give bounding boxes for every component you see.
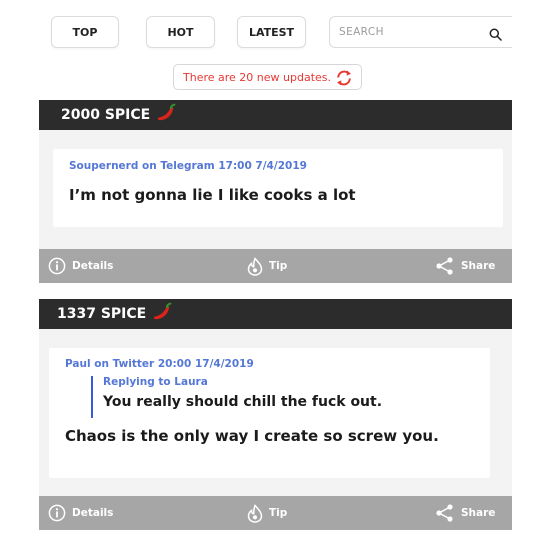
share-icon [436,504,453,522]
post-1-body: Soupernerd on Telegram 17:00 7/4/2019 I’… [39,130,512,249]
refresh-icon[interactable] [335,69,353,90]
details-button[interactable]: Details [48,496,113,530]
flame-icon [247,503,263,523]
tab-hot-label: HOT [167,25,194,39]
tab-top[interactable]: TOP [51,16,119,48]
post-1-footer: Details Tip Share [39,249,512,283]
share-icon [436,257,453,275]
tab-latest[interactable]: LATEST [237,16,306,48]
post-2-spice-header: 1337 SPICE [39,299,512,329]
search-icon[interactable] [489,26,502,45]
tab-top-label: TOP [72,25,98,39]
chili-pepper-icon [156,103,178,127]
post-1-meta: Soupernerd on Telegram 17:00 7/4/2019 [69,160,307,172]
search-input[interactable] [339,26,479,38]
post-2-message: Chaos is the only way I create so screw … [65,427,439,445]
post-1-spice-header: 2000 SPICE [39,100,512,130]
tip-button[interactable]: Tip [247,496,287,530]
post-1-content: Soupernerd on Telegram 17:00 7/4/2019 I’… [53,149,503,227]
post-2-footer: Details Tip Share [39,496,512,530]
post-1-spice-label: 2000 SPICE [61,107,151,123]
details-label: Details [72,260,114,272]
flame-icon [247,256,263,276]
share-label: Share [461,507,496,519]
reply-quote-bar [91,376,93,418]
details-button[interactable]: Details [48,249,113,283]
share-button[interactable]: Share [435,249,495,283]
tip-label: Tip [269,507,288,519]
reply-quoted-text: You really should chill the fuck out. [103,394,383,410]
info-icon [48,504,66,522]
post-1-message: I’m not gonna lie I like cooks a lot [69,186,356,204]
search-box [329,16,512,48]
post-2-body: Paul on Twitter 20:00 17/4/2019 Replying… [39,329,512,496]
post-2-spice-label: 1337 SPICE [57,306,147,322]
new-updates-notice[interactable]: There are 20 new updates. [173,64,362,90]
share-button[interactable]: Share [435,496,495,530]
tab-hot[interactable]: HOT [146,16,215,48]
info-icon [48,257,66,275]
chili-pepper-icon [152,302,174,326]
share-label: Share [461,260,496,272]
new-updates-text: There are 20 new updates. [183,70,332,84]
post-2-content: Paul on Twitter 20:00 17/4/2019 Replying… [49,348,490,478]
reply-to-label: Replying to Laura [103,376,208,388]
details-label: Details [72,507,114,519]
post-2-meta: Paul on Twitter 20:00 17/4/2019 [65,358,254,370]
tip-button[interactable]: Tip [247,249,287,283]
tab-latest-label: LATEST [248,25,295,39]
tip-label: Tip [269,260,288,272]
